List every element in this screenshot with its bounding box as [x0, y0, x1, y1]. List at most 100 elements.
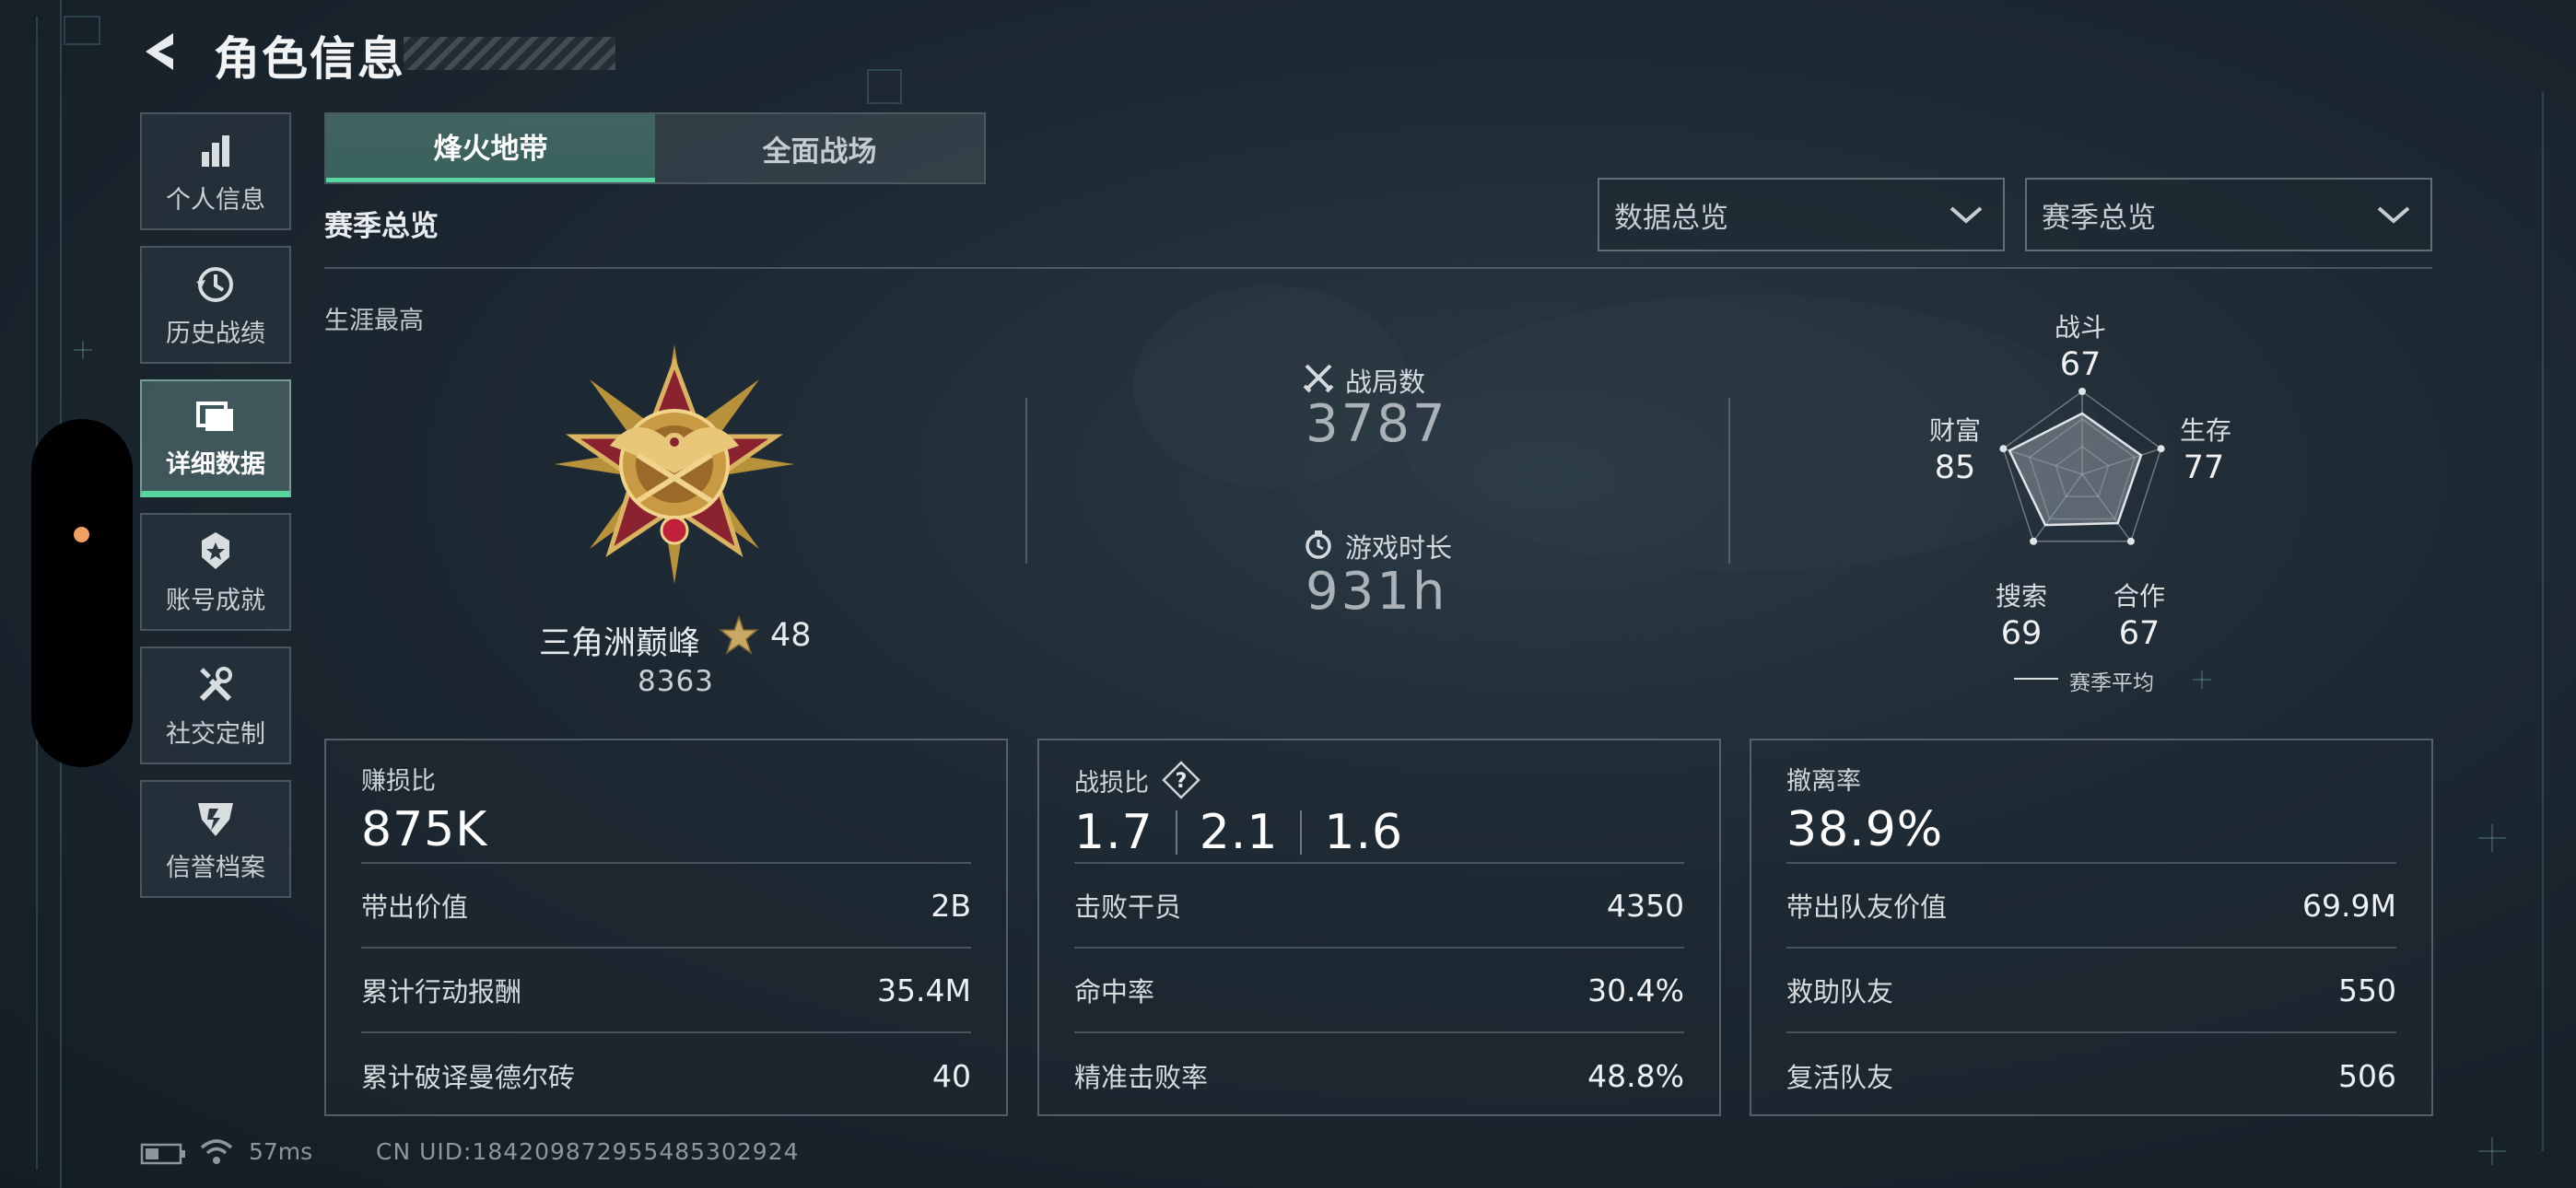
panel-label: 撤离率	[1786, 767, 1861, 796]
table-row: 击败干员 4350	[1074, 864, 1684, 949]
radar-label-combat: 战斗	[2054, 312, 2106, 343]
svg-text:?: ?	[1176, 770, 1188, 793]
sidebar-item-label: 个人信息	[166, 185, 265, 215]
radar-value-combat: 67	[2059, 346, 2102, 383]
legend-line	[2014, 678, 2058, 680]
season-dropdown[interactable]: 赛季总览	[2025, 178, 2432, 251]
row-value: 48.8%	[1587, 1057, 1684, 1094]
radar-value-search: 69	[2000, 615, 2043, 652]
page-title: 角色信息	[214, 32, 405, 86]
kd-value: 1.7	[1074, 805, 1153, 860]
row-label: 精准击败率	[1074, 1062, 1209, 1093]
sidebar-item-detail-data[interactable]: 详细数据	[140, 379, 291, 497]
sidebar-item-history[interactable]: 历史战绩	[140, 246, 291, 364]
kd-panel: 战损比 ? 1.7 2.1 1.6 击败干员 4350 命中率 30.4% 精准…	[1037, 739, 1721, 1116]
row-value: 506	[2338, 1057, 2396, 1094]
detail-data-icon	[196, 402, 233, 431]
extraction-panel: 撤离率 38.9% 带出队友价值 69.9M 救助队友 550 复活队友 506	[1750, 739, 2433, 1116]
table-row: 救助队友 550	[1786, 949, 2396, 1033]
battles-value: 3787	[1306, 394, 1448, 454]
notification-dot	[74, 527, 89, 542]
row-label: 救助队友	[1786, 976, 1894, 1007]
sidebar-item-label: 社交定制	[166, 719, 265, 749]
row-value: 40	[932, 1057, 971, 1094]
panel-label: 赚损比	[361, 767, 436, 796]
title-stripe-decoration	[404, 37, 615, 70]
divider	[1025, 398, 1027, 564]
sidebar-item-credit[interactable]: 信誉档案	[140, 780, 291, 898]
row-value: 30.4%	[1587, 972, 1684, 1008]
row-label: 累计破译曼德尔砖	[361, 1062, 576, 1093]
playtime-label: 游戏时长	[1345, 532, 1453, 564]
row-label: 累计行动报酬	[361, 976, 522, 1007]
table-row: 累计行动报酬 35.4M	[361, 949, 971, 1033]
row-value: 550	[2338, 972, 2396, 1008]
table-row: 带出价值 2B	[361, 864, 971, 949]
radar-label-search: 搜索	[1995, 581, 2047, 611]
sidebar-item-label: 信誉档案	[166, 853, 265, 882]
uid-text: CN UID:18420987295548530292​4	[376, 1138, 800, 1165]
sidebar-item-social[interactable]: 社交定制	[140, 646, 291, 764]
divider	[1175, 810, 1177, 855]
panel-label: 战损比	[1074, 768, 1149, 798]
achievement-icon	[202, 531, 229, 569]
row-label: 带出队友价值	[1786, 891, 1948, 923]
table-row: 带出队友价值 69.9M	[1786, 864, 2396, 949]
divider	[1300, 810, 1303, 855]
divider	[1728, 398, 1730, 564]
row-value: 69.9M	[2302, 887, 2396, 924]
row-value: 35.4M	[877, 972, 971, 1008]
bar-chart-icon	[202, 134, 229, 167]
radar-label-teamwork: 合作	[2113, 581, 2165, 611]
radar-value-teamwork: 67	[2118, 615, 2160, 652]
chevron-down-icon	[2377, 206, 2410, 224]
radar-legend: 赛季平均	[2069, 671, 2154, 695]
sidebar-item-achievements[interactable]: 账号成就	[140, 513, 291, 631]
tab-fire-zone[interactable]: 烽火地带	[326, 114, 655, 182]
mode-tabs: 烽火地带 全面战场	[324, 112, 986, 184]
battery-icon	[140, 1143, 185, 1165]
data-type-dropdown[interactable]: 数据总览	[1598, 178, 2005, 251]
floating-side-handle[interactable]	[31, 419, 133, 767]
sidebar-item-personal-info[interactable]: 个人信息	[140, 112, 291, 230]
tools-icon	[199, 666, 232, 701]
rank-level: 48	[770, 617, 812, 654]
row-label: 复活队友	[1786, 1062, 1894, 1093]
profit-panel: 赚损比 875K 带出价值 2B 累计行动报酬 35.4M 累计破译曼德尔砖 4…	[324, 739, 1008, 1116]
wifi-icon	[200, 1139, 233, 1164]
help-question-icon[interactable]: ?	[1162, 761, 1200, 799]
panel-label-wrap: 战损比 ?	[1074, 761, 1684, 799]
tab-full-battlefield[interactable]: 全面战场	[655, 114, 984, 182]
sidebar-item-label: 详细数据	[166, 450, 265, 479]
playtime-value: 931h	[1306, 562, 1448, 622]
career-best-label: 生涯最高	[324, 307, 424, 335]
ability-radar-chart	[1999, 388, 2165, 545]
panel-main-value: 875K	[361, 802, 488, 857]
table-row: 累计破译曼德尔砖 40	[361, 1033, 971, 1118]
panel-main-value: 38.9%	[1786, 802, 1944, 857]
sidebar-item-label: 账号成就	[166, 586, 265, 615]
row-label: 命中率	[1074, 976, 1155, 1007]
ping-text: 57ms	[249, 1138, 313, 1165]
star-icon	[719, 615, 759, 655]
kd-value: 1.6	[1324, 805, 1404, 860]
radar-label-survival: 生存	[2179, 415, 2231, 446]
table-row: 命中率 30.4%	[1074, 949, 1684, 1033]
table-row: 精准击败率 48.8%	[1074, 1033, 1684, 1118]
crossed-swords-icon	[1303, 364, 1334, 393]
radar-value-survival: 77	[2183, 449, 2225, 486]
radar-value-wealth: 85	[1934, 449, 1976, 486]
row-label: 击败干员	[1074, 891, 1182, 923]
chevron-down-icon	[1950, 206, 1983, 224]
history-icon	[196, 266, 233, 302]
row-value: 4350	[1607, 887, 1684, 924]
row-label: 带出价值	[361, 891, 469, 923]
kd-values: 1.7 2.1 1.6	[1074, 805, 1684, 860]
table-row: 复活队友 506	[1786, 1033, 2396, 1118]
dropdown-value: 数据总览	[1614, 201, 1728, 235]
credit-shield-icon	[198, 802, 233, 836]
back-arrow-icon[interactable]	[138, 28, 186, 76]
radar-label-wealth: 财富	[1928, 415, 1981, 446]
kd-value: 2.1	[1199, 805, 1279, 860]
stopwatch-icon	[1306, 530, 1331, 559]
